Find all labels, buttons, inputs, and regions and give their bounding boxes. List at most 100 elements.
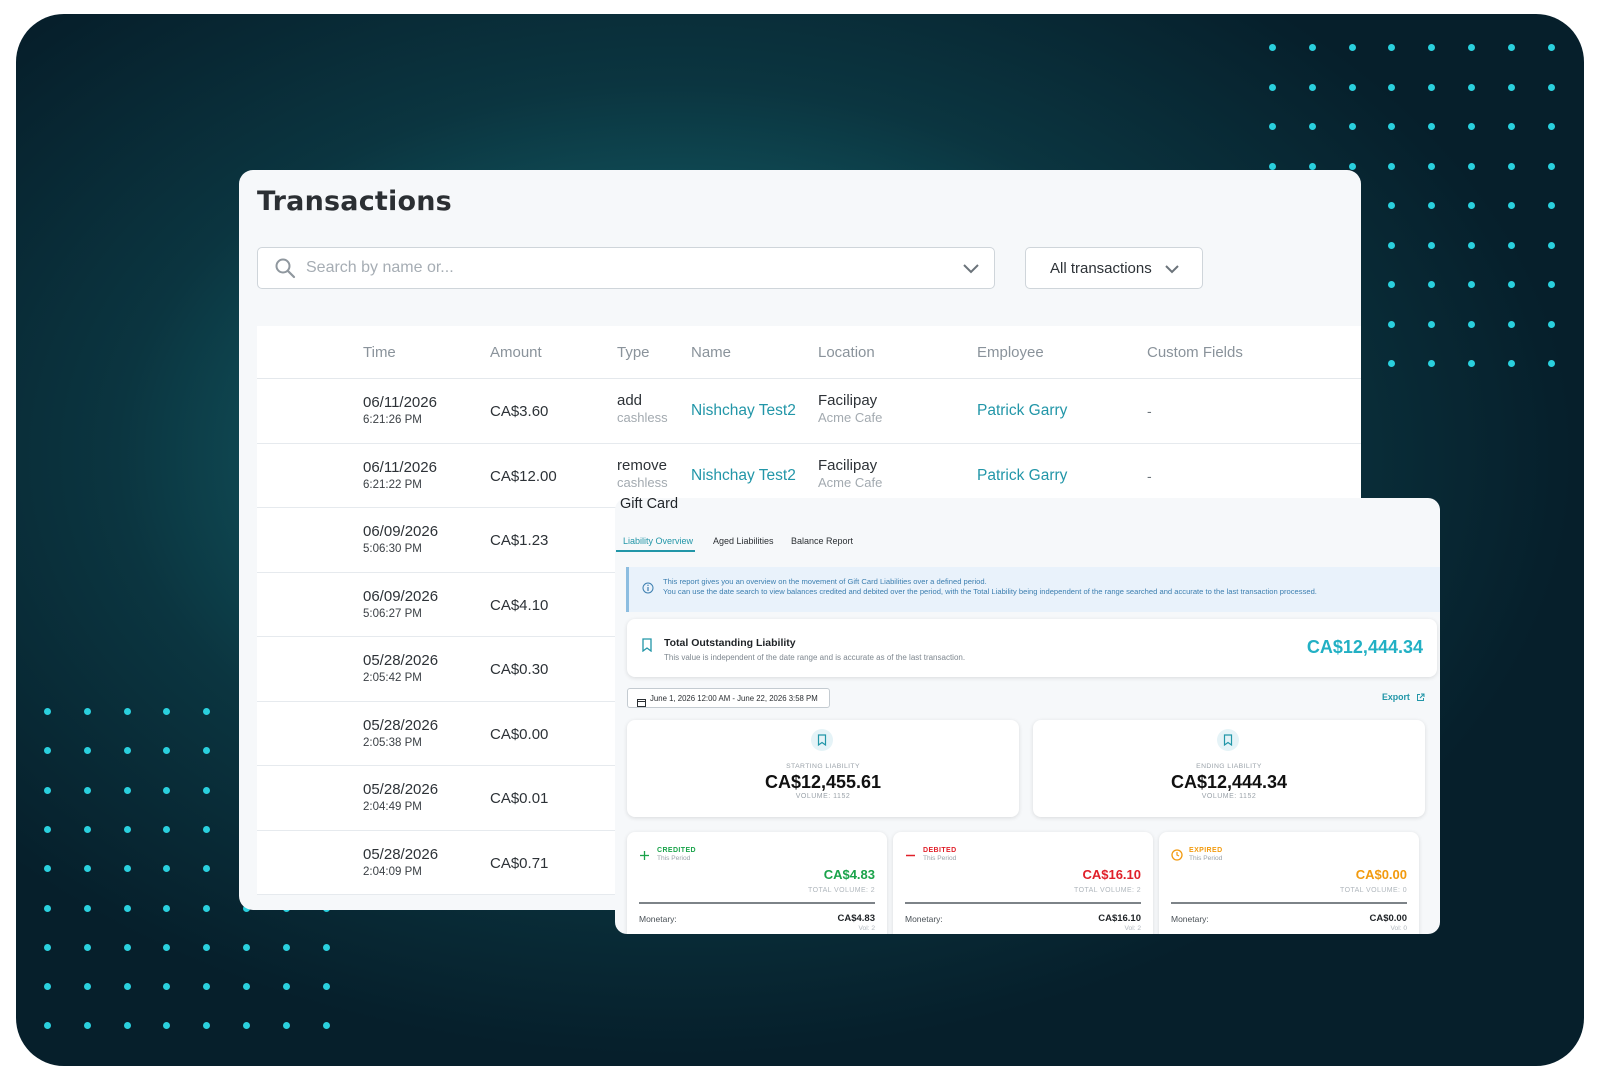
- row-amount: CA$0.00: [490, 725, 549, 743]
- row-employee-link[interactable]: Patrick Garry: [977, 467, 1067, 485]
- ending-liability-caption: ENDING LIABILITY: [1196, 763, 1262, 770]
- decorative-dot: [163, 708, 171, 715]
- column-header-employee[interactable]: Employee: [977, 344, 1044, 361]
- decorative-dot: [203, 747, 211, 755]
- row-location: Facilipay: [818, 456, 878, 474]
- row-time: 6:21:26 PM: [363, 414, 422, 426]
- debited-card: DEBITED This Period CA$16.10 TOTAL VOLUM…: [893, 832, 1153, 934]
- decorative-dot: [1468, 360, 1475, 367]
- row-amount: CA$1.23: [490, 532, 549, 549]
- column-header-time[interactable]: Time: [363, 344, 396, 361]
- row-date: 06/11/2026: [363, 394, 437, 411]
- decorative-dot: [282, 943, 290, 951]
- decorative-dot: [83, 825, 91, 833]
- decorative-dot: [1468, 162, 1475, 170]
- row-custom-fields: -: [1147, 403, 1152, 419]
- ending-liability-volume: VOLUME: 1152: [1201, 793, 1257, 800]
- decorative-dot: [1547, 123, 1555, 130]
- row-name-link[interactable]: Nishchay Test2: [691, 402, 796, 420]
- expired-monetary-label: Monetary:: [1171, 914, 1209, 924]
- decorative-dot: [163, 747, 171, 755]
- credited-monetary-value: CA$4.83: [837, 913, 876, 924]
- starting-liability-amount: CA$12,455.61: [764, 772, 882, 792]
- search-placeholder: Search by name or...: [306, 259, 454, 276]
- starting-liability-volume: VOLUME: 1152: [795, 793, 851, 800]
- row-time: 2:04:49 PM: [363, 801, 422, 813]
- decorative-dot: [123, 747, 131, 755]
- expired-amount: CA$0.00: [1355, 867, 1407, 882]
- decorative-dot: [1468, 44, 1475, 51]
- decorative-dot: [1388, 162, 1396, 170]
- decorative-dot: [1308, 83, 1316, 91]
- transaction-filter-dropdown[interactable]: All transactions: [1025, 247, 1203, 289]
- decorative-dot: [1388, 281, 1396, 288]
- decorative-dot: [44, 904, 51, 912]
- column-header-type[interactable]: Type: [617, 344, 650, 361]
- chevron-down-icon[interactable]: [962, 262, 980, 280]
- decorative-dot: [123, 1022, 131, 1030]
- decorative-dot: [243, 943, 250, 951]
- decorative-dot: [1507, 281, 1515, 288]
- decorative-dot: [1468, 83, 1475, 91]
- info-banner: This report gives you an overview on the…: [626, 567, 1440, 612]
- decorative-dot: [1547, 162, 1555, 170]
- decorative-dot: [203, 786, 211, 794]
- table-row[interactable]: 06/11/2026 6:21:26 PM CA$3.60 add cashle…: [257, 379, 1361, 444]
- tab-liability-overview[interactable]: Liability Overview: [623, 536, 693, 546]
- tab-balance-report[interactable]: Balance Report: [791, 536, 853, 546]
- decorative-dot: [1547, 83, 1555, 91]
- decorative-dot: [1428, 241, 1436, 249]
- info-text-line2: You can use the date search to view bala…: [663, 587, 1317, 596]
- decorative-dot: [1269, 44, 1276, 51]
- decorative-dot: [1388, 241, 1396, 249]
- decorative-dot: [44, 786, 51, 794]
- decorative-dot: [163, 983, 171, 991]
- column-header-location[interactable]: Location: [818, 344, 875, 361]
- decorative-dot: [1428, 202, 1436, 209]
- decorative-dot: [1388, 83, 1396, 91]
- decorative-dot: [163, 904, 171, 912]
- decorative-dot: [203, 1022, 211, 1030]
- column-header-custom-fields[interactable]: Custom Fields: [1147, 344, 1243, 361]
- row-time: 5:06:27 PM: [363, 607, 422, 620]
- date-range-picker[interactable]: June 1, 2026 12:00 AM - June 22, 2026 3:…: [627, 688, 830, 708]
- decorative-dot: [203, 983, 211, 991]
- decorative-dot: [123, 983, 131, 991]
- column-header-name[interactable]: Name: [691, 344, 731, 361]
- row-name-link[interactable]: Nishchay Test2: [691, 467, 796, 485]
- credited-volume: TOTAL VOLUME: 2: [808, 887, 875, 894]
- decorative-dot: [1507, 83, 1515, 91]
- credited-card: CREDITED This Period CA$4.83 TOTAL VOLUM…: [627, 832, 887, 934]
- ending-liability-amount: CA$12,444.34: [1170, 772, 1288, 792]
- decorative-dot: [1388, 202, 1396, 209]
- decorative-dot: [1547, 202, 1555, 209]
- decorative-dot: [1507, 44, 1515, 51]
- debited-monetary-value: CA$16.10: [1098, 913, 1141, 924]
- row-amount: CA$0.30: [490, 661, 549, 678]
- tab-aged-liabilities[interactable]: Aged Liabilities: [713, 536, 774, 546]
- decorative-dot: [1348, 44, 1356, 51]
- decorative-dot: [1269, 83, 1276, 91]
- row-custom-fields: -: [1147, 467, 1152, 484]
- decorative-dot: [1468, 281, 1475, 288]
- decorative-dot: [83, 1022, 91, 1030]
- divider: [1171, 902, 1407, 904]
- decorative-dot: [1507, 241, 1515, 249]
- bookmark-icon: [811, 729, 833, 751]
- credited-caption: CREDITED: [657, 847, 696, 854]
- row-employee-link[interactable]: Patrick Garry: [977, 402, 1067, 420]
- export-button[interactable]: Export: [1382, 692, 1425, 702]
- debited-monetary-volume: Vol: 2: [1124, 925, 1142, 932]
- row-type: remove: [617, 456, 668, 474]
- row-date: 05/28/2026: [363, 716, 439, 734]
- row-amount: CA$4.10: [490, 596, 549, 614]
- decorative-dot: [282, 983, 290, 991]
- decorative-dot: [1388, 360, 1396, 367]
- decorative-dot: [1547, 44, 1555, 51]
- row-location: Facilipay: [818, 392, 878, 409]
- divider: [639, 902, 875, 904]
- row-time: 6:21:22 PM: [363, 478, 422, 491]
- row-date: 05/28/2026: [363, 652, 439, 669]
- search-input[interactable]: Search by name or...: [257, 247, 995, 289]
- column-header-amount[interactable]: Amount: [490, 344, 542, 361]
